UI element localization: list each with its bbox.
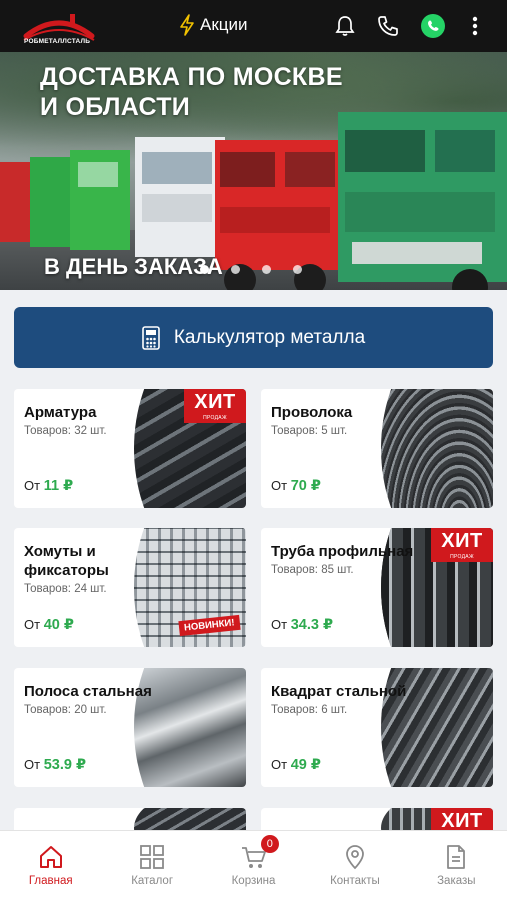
- nav-orders-label: Заказы: [437, 875, 476, 887]
- product-count: Товаров: 32 шт.: [24, 425, 107, 437]
- product-card[interactable]: Квадрат стальной Товаров: 6 шт. От 49 ₽: [261, 668, 493, 787]
- lightning-icon: [180, 14, 194, 36]
- nav-cart[interactable]: 0 Корзина: [203, 831, 304, 900]
- banner-title-line1: ДОСТАВКА ПО МОСКВЕ: [40, 63, 343, 91]
- product-name: Хомуты и фиксаторы: [24, 543, 109, 579]
- hit-badge-subtitle: ПРОДАЖ: [203, 415, 227, 421]
- promo-banner[interactable]: ДОСТАВКА ПО МОСКВЕ И ОБЛАСТИ В ДЕНЬ ЗАКА…: [0, 52, 507, 290]
- top-app-bar: РОБМЕТАЛЛСТАЛЬ Акции: [0, 0, 507, 52]
- hit-badge-subtitle: ПРОДАЖ: [450, 554, 474, 560]
- banner-subtitle: В ДЕНЬ ЗАКАЗА: [44, 254, 223, 279]
- product-card[interactable]: Полоса стальная Товаров: 20 шт. От 53.9 …: [14, 668, 246, 787]
- promo-link[interactable]: Акции: [178, 14, 248, 36]
- product-price: От 49 ₽: [271, 757, 321, 773]
- home-icon: [39, 846, 62, 868]
- carousel-dot-2[interactable]: [231, 265, 240, 274]
- carousel-dot-3[interactable]: [262, 265, 271, 274]
- carousel-dot-4[interactable]: [293, 265, 302, 274]
- product-name: Труба профильная: [271, 543, 414, 560]
- product-name: Квадрат стальной: [271, 683, 407, 700]
- product-card[interactable]: Проволока Товаров: 5 шт. От 70 ₽: [261, 389, 493, 508]
- product-card[interactable]: ХИТ ПРОДАЖ Арматура Товаров: 32 шт. От 11…: [14, 389, 246, 508]
- nav-contacts[interactable]: Контакты: [304, 831, 405, 900]
- document-icon: [447, 845, 466, 869]
- product-price: От 53.9 ₽: [24, 757, 87, 773]
- nav-catalog-label: Каталог: [131, 875, 174, 887]
- phone-icon[interactable]: [374, 12, 402, 40]
- product-count: Товаров: 6 шт.: [271, 704, 348, 716]
- cart-count-badge: 0: [260, 835, 279, 853]
- calculator-icon: [142, 325, 160, 350]
- nav-contacts-label: Контакты: [330, 875, 380, 887]
- product-card[interactable]: ХИТ ПРОДАЖ Труба профильная Товаров: 85 ш…: [261, 528, 493, 647]
- hit-badge: ХИТПРОДАЖ: [431, 528, 493, 562]
- promo-label: Акции: [200, 15, 248, 34]
- product-count: Товаров: 5 шт.: [271, 425, 348, 437]
- whatsapp-icon[interactable]: [419, 12, 447, 40]
- carousel-dots: [200, 265, 302, 274]
- product-price: От 70 ₽: [271, 478, 321, 494]
- logo-text: РОБМЕТАЛЛСТАЛЬ: [24, 38, 91, 45]
- bell-icon[interactable]: [331, 12, 359, 40]
- product-card[interactable]: НОВИНКИ! Хомуты и фиксаторы Товаров: 24 …: [14, 528, 246, 647]
- product-price: От 34.3 ₽: [271, 617, 334, 633]
- nav-home[interactable]: Главная: [0, 831, 101, 900]
- more-vertical-icon[interactable]: [461, 12, 489, 40]
- nav-cart-label: Корзина: [231, 875, 276, 887]
- product-price: От 11 ₽: [24, 478, 74, 494]
- nav-home-label: Главная: [28, 875, 73, 887]
- nav-catalog[interactable]: Каталог: [101, 831, 202, 900]
- product-price: От 40 ₽: [24, 617, 74, 633]
- banner-title: ДОСТАВКА ПО МОСКВЕ И ОБЛАСТИ: [40, 62, 343, 122]
- hit-badge: ХИТПРОДАЖ: [184, 389, 246, 423]
- grid-icon: [140, 845, 165, 869]
- carousel-dot-1[interactable]: [200, 265, 209, 274]
- metal-calculator-button[interactable]: Калькулятор металла: [14, 307, 493, 368]
- product-name: Арматура: [24, 404, 97, 421]
- product-count: Товаров: 24 шт.: [24, 583, 107, 595]
- location-pin-icon: [346, 845, 364, 870]
- banner-title-line2: И ОБЛАСТИ: [40, 93, 191, 121]
- product-name: Проволока: [271, 404, 353, 421]
- product-count: Товаров: 20 шт.: [24, 704, 107, 716]
- product-count: Товаров: 85 шт.: [271, 564, 354, 576]
- nav-orders[interactable]: Заказы: [406, 831, 507, 900]
- bottom-navigation: Главная Каталог 0 Корзина Контакты Заказ…: [0, 830, 507, 900]
- product-name: Полоса стальная: [24, 683, 152, 700]
- metal-calculator-label: Калькулятор металла: [173, 326, 366, 348]
